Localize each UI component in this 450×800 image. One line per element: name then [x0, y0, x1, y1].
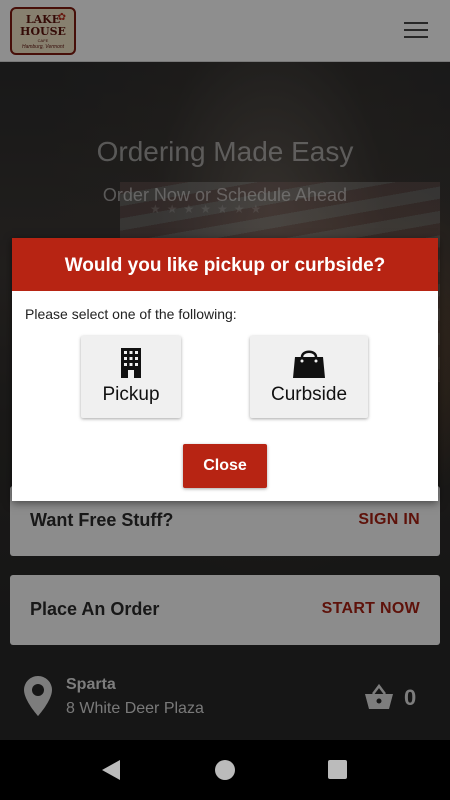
pickup-curbside-dialog: Would you like pickup or curbside? Pleas… — [12, 238, 438, 501]
pickup-label: Pickup — [102, 384, 160, 405]
system-nav-bar — [0, 740, 450, 800]
close-button[interactable]: Close — [183, 444, 267, 488]
dialog-header: Would you like pickup or curbside? — [12, 238, 438, 291]
shopping-bag-icon — [293, 350, 325, 378]
nav-back-icon[interactable] — [102, 760, 120, 780]
dialog-prompt: Please select one of the following: — [25, 306, 237, 322]
curbside-button[interactable]: Curbside — [250, 336, 368, 418]
building-icon — [121, 348, 141, 378]
nav-home-icon[interactable] — [215, 760, 235, 780]
curbside-label: Curbside — [270, 384, 348, 405]
dialog-title: Would you like pickup or curbside? — [64, 255, 386, 276]
nav-recents-icon[interactable] — [328, 760, 347, 779]
pickup-button[interactable]: Pickup — [81, 336, 181, 418]
